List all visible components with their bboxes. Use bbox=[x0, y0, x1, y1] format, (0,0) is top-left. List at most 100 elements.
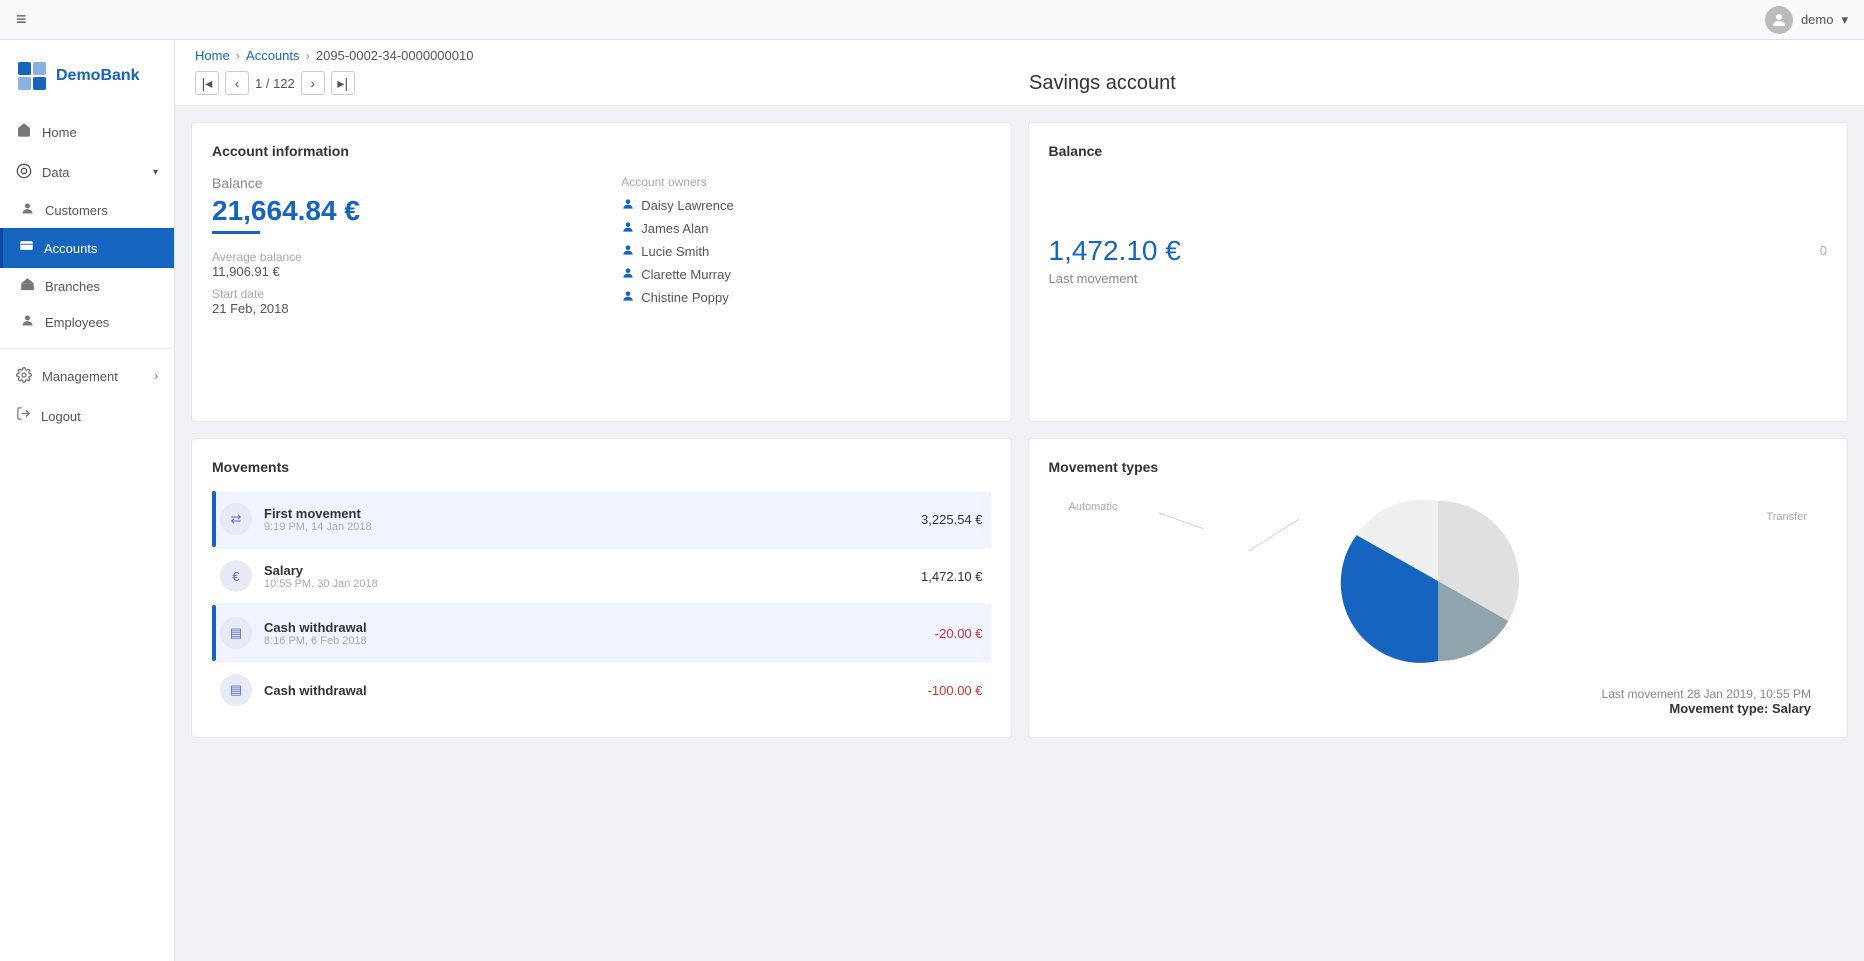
movement-name-0: First movement bbox=[264, 506, 909, 521]
movement-name-2: Cash withdrawal bbox=[264, 620, 923, 635]
movement-details-3: Cash withdrawal bbox=[264, 683, 916, 698]
menu-icon[interactable]: ≡ bbox=[16, 9, 27, 30]
movement-item-0[interactable]: ⇄ First movement 9:19 PM, 14 Jan 2018 3,… bbox=[212, 491, 991, 548]
movement-item-3[interactable]: ▤ Cash withdrawal -100.00 € bbox=[212, 662, 991, 711]
home-icon bbox=[16, 122, 32, 143]
owner-icon-1 bbox=[621, 197, 635, 214]
nav-first[interactable]: |◂ bbox=[195, 71, 219, 95]
movement-name-3: Cash withdrawal bbox=[264, 683, 916, 698]
account-info-title: Account information bbox=[212, 143, 991, 159]
sidebar-item-accounts[interactable]: Accounts bbox=[0, 228, 174, 268]
accounts-label: Accounts bbox=[44, 241, 97, 256]
owner-name-4: Clarette Murray bbox=[641, 267, 731, 282]
balance-label: Balance bbox=[212, 175, 581, 191]
page-title: Savings account bbox=[1029, 72, 1176, 94]
movement-types-card: Movement types Automatic bbox=[1028, 438, 1849, 738]
movements-card: Movements ⇄ First movement 9:19 PM, 14 J… bbox=[191, 438, 1012, 738]
breadcrumb-account-id: 2095-0002-34-0000000010 bbox=[316, 48, 474, 63]
owner-name-1: Daisy Lawrence bbox=[641, 198, 734, 213]
sidebar-divider bbox=[0, 348, 174, 349]
sidebar-data-header[interactable]: Data ▾ bbox=[0, 153, 174, 192]
movement-details-0: First movement 9:19 PM, 14 Jan 2018 bbox=[264, 506, 909, 533]
last-movement-date: Last movement 28 Jan 2019, 10:55 PM bbox=[1065, 687, 1812, 701]
branches-icon bbox=[20, 277, 35, 295]
movements-list: ⇄ First movement 9:19 PM, 14 Jan 2018 3,… bbox=[212, 491, 991, 711]
employees-icon bbox=[20, 313, 35, 331]
pie-chart bbox=[1338, 491, 1538, 671]
sidebar-management-header[interactable]: Management › bbox=[0, 357, 174, 396]
movement-date-2: 8:16 PM, 6 Feb 2018 bbox=[264, 635, 923, 647]
movement-amount-1: 1,472.10 € bbox=[921, 569, 982, 584]
management-chevron: › bbox=[155, 371, 158, 382]
start-date-label: Start date bbox=[212, 287, 581, 301]
movement-date-1: 10:55 PM, 30 Jan 2018 bbox=[264, 578, 909, 590]
movement-types-title: Movement types bbox=[1049, 459, 1828, 475]
movement-amount-3: -100.00 € bbox=[928, 683, 983, 698]
avg-balance-value: 11,906.91 € bbox=[212, 264, 581, 279]
balance-zero: 0 bbox=[1820, 243, 1827, 258]
balance-card-inner: 1,472.10 € Last movement 0 bbox=[1049, 175, 1828, 286]
balance-card-amount: 1,472.10 € bbox=[1049, 235, 1788, 267]
account-info-left: Balance 21,664.84 € Average balance 11,9… bbox=[212, 175, 581, 316]
account-info-inner: Balance 21,664.84 € Average balance 11,9… bbox=[212, 175, 991, 316]
main-content: Home › Accounts › 2095-0002-34-000000001… bbox=[175, 40, 1864, 961]
account-info-card: Account information Balance 21,664.84 € … bbox=[191, 122, 1012, 422]
owner-name-3: Lucie Smith bbox=[641, 244, 709, 259]
owners-list: Daisy Lawrence James Alan bbox=[621, 197, 990, 306]
balance-card-title: Balance bbox=[1049, 143, 1828, 159]
movement-icon-0: ⇄ bbox=[220, 503, 252, 535]
owner-name-2: James Alan bbox=[641, 221, 708, 236]
movement-date-0: 9:19 PM, 14 Jan 2018 bbox=[264, 521, 909, 533]
user-name: demo bbox=[1801, 12, 1834, 27]
owner-4: Clarette Murray bbox=[621, 266, 990, 283]
app-layout: DemoBank Home Data ▾ Customers Acc bbox=[0, 40, 1864, 961]
management-label: Management bbox=[42, 369, 118, 384]
movement-details-2: Cash withdrawal 8:16 PM, 6 Feb 2018 bbox=[264, 620, 923, 647]
last-movement-label: Last movement bbox=[1049, 271, 1788, 286]
data-chevron: ▾ bbox=[153, 167, 158, 178]
user-avatar bbox=[1765, 6, 1793, 34]
breadcrumb: Home › Accounts › 2095-0002-34-000000001… bbox=[195, 48, 1844, 63]
sidebar-item-employees[interactable]: Employees bbox=[0, 304, 174, 340]
movement-icon-3: ▤ bbox=[220, 674, 252, 706]
breadcrumb-home[interactable]: Home bbox=[195, 48, 230, 63]
owner-icon-5 bbox=[621, 289, 635, 306]
movement-icon-1: € bbox=[220, 560, 252, 592]
owner-name-5: Chistine Poppy bbox=[641, 290, 728, 305]
owners-label: Account owners bbox=[621, 175, 990, 189]
movement-amount-0: 3,225.54 € bbox=[921, 512, 982, 527]
movement-item-1[interactable]: € Salary 10:55 PM, 30 Jan 2018 1,472.10 … bbox=[212, 548, 991, 605]
automatic-label: Automatic bbox=[1069, 501, 1118, 513]
nav-prev[interactable]: ‹ bbox=[225, 71, 249, 95]
nav-next[interactable]: › bbox=[301, 71, 325, 95]
start-date-value: 21 Feb, 2018 bbox=[212, 301, 581, 316]
sidebar-item-home[interactable]: Home bbox=[0, 112, 174, 153]
accounts-icon bbox=[19, 238, 34, 258]
sidebar-item-branches[interactable]: Branches bbox=[0, 268, 174, 304]
data-label: Data bbox=[42, 165, 69, 180]
movement-bar-2 bbox=[212, 605, 216, 661]
management-icon bbox=[16, 367, 32, 386]
sidebar-item-customers[interactable]: Customers bbox=[0, 192, 174, 228]
branches-label: Branches bbox=[45, 279, 100, 294]
balance-card: Balance 1,472.10 € Last movement 0 bbox=[1028, 122, 1849, 422]
owner-3: Lucie Smith bbox=[621, 243, 990, 260]
account-owners-section: Account owners Daisy Lawrence bbox=[621, 175, 990, 316]
user-menu[interactable]: demo ▾ bbox=[1765, 6, 1848, 34]
movement-type-label: Movement type: Salary bbox=[1065, 701, 1812, 716]
chart-area: Automatic Transfer bbox=[1049, 491, 1828, 671]
nav-last[interactable]: ▸| bbox=[331, 71, 355, 95]
home-label: Home bbox=[42, 125, 77, 140]
movement-name-1: Salary bbox=[264, 563, 909, 578]
sep2: › bbox=[306, 48, 310, 63]
balance-amount: 21,664.84 € bbox=[212, 195, 581, 227]
movement-item-2[interactable]: ▤ Cash withdrawal 8:16 PM, 6 Feb 2018 -2… bbox=[212, 605, 991, 662]
sidebar-item-logout[interactable]: Logout bbox=[0, 396, 174, 436]
movement-amount-2: -20.00 € bbox=[935, 626, 983, 641]
movements-title: Movements bbox=[212, 459, 991, 475]
movement-bar-0 bbox=[212, 491, 216, 547]
movement-info-box: Last movement 28 Jan 2019, 10:55 PM Move… bbox=[1065, 687, 1812, 716]
balance-underline bbox=[212, 231, 260, 234]
customers-icon bbox=[20, 201, 35, 219]
breadcrumb-accounts[interactable]: Accounts bbox=[246, 48, 299, 63]
